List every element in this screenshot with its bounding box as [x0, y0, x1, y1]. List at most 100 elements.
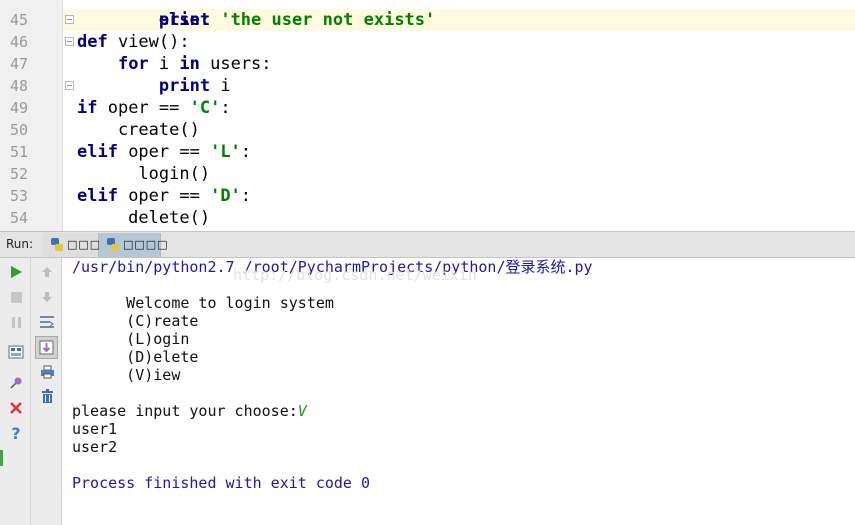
close-icon	[10, 402, 22, 414]
code-text: login()	[77, 164, 211, 184]
code-line: elif oper == 'L':	[77, 141, 251, 163]
code-line: print 'the user not exists'	[77, 9, 435, 31]
code-line: def view():	[77, 31, 190, 53]
console-menu-title: Welcome to login system	[72, 294, 334, 312]
code-keyword: elif	[77, 142, 118, 162]
console-output-line: user1	[72, 420, 118, 438]
code-line: print i	[77, 75, 231, 97]
line-number: 52	[9, 165, 28, 183]
layout-icon	[8, 345, 24, 359]
line-number: 48	[9, 77, 28, 95]
layout-button[interactable]	[6, 342, 26, 362]
run-console-output[interactable]: /usr/bin/python2.7 /root/PycharmProjects…	[62, 258, 855, 525]
line-number: 53	[9, 187, 28, 205]
soft-wrap-icon	[40, 316, 54, 328]
up-arrow-icon	[42, 267, 52, 277]
line-number: 47	[9, 55, 28, 73]
console-menu-item: (D)elete	[72, 348, 199, 366]
code-text: delete()	[77, 208, 211, 228]
code-line: create()	[77, 119, 200, 141]
line-number: 51	[9, 143, 28, 161]
console-prompt-line: please input your choose:V	[72, 402, 307, 420]
run-tab-1[interactable]: □□□	[43, 233, 102, 257]
code-keyword: elif	[77, 186, 118, 206]
print-icon	[40, 365, 54, 379]
line-number: 50	[9, 121, 28, 139]
up-stack-button[interactable]	[37, 262, 57, 282]
console-prompt: please input your choose:	[72, 402, 298, 420]
fold-marker-icon[interactable]	[65, 37, 74, 46]
code-text: i	[148, 54, 180, 74]
code-keyword: for	[117, 54, 149, 74]
code-text: oper ==	[117, 142, 211, 162]
code-text: oper ==	[117, 186, 211, 206]
python-icon	[107, 238, 119, 251]
stop-icon	[10, 291, 22, 303]
line-number: 46	[9, 33, 28, 51]
code-line-partial: else:	[77, 0, 210, 30]
down-arrow-icon	[42, 292, 52, 302]
code-editor[interactable]: 45 46 47 48 49 50 51 52 53 54 else: print 'the us…	[0, 0, 855, 231]
console-user-input: V	[297, 402, 307, 420]
soft-wrap-button[interactable]	[37, 312, 57, 332]
line-number-gutter: 45 46 47 48 49 50 51 52 53 54	[0, 0, 63, 231]
code-string: 'C'	[189, 98, 221, 118]
code-line: for i in users:	[77, 53, 272, 75]
line-number: 49	[9, 99, 28, 117]
trash-icon	[41, 388, 53, 403]
code-string: 'the user not exists'	[220, 10, 436, 30]
pause-icon	[11, 316, 21, 328]
line-number: 45	[9, 11, 28, 29]
code-text: oper ==	[97, 98, 190, 118]
run-tab-title: □□□	[67, 238, 102, 251]
code-text: create()	[77, 120, 200, 140]
print-button[interactable]	[37, 362, 57, 382]
pin-icon	[10, 377, 22, 389]
console-output-line: user2	[72, 438, 118, 456]
code-line: login()	[77, 163, 210, 185]
code-line: if oper == 'C':	[77, 97, 231, 119]
code-string: 'L'	[210, 142, 241, 162]
help-button[interactable]: ?	[6, 423, 26, 443]
code-line: delete()	[77, 207, 210, 229]
code-keyword: if	[77, 98, 98, 118]
fold-marker-icon[interactable]	[65, 15, 74, 24]
run-toolbar-secondary	[31, 258, 62, 525]
python-icon	[51, 238, 63, 251]
status-edge-marker	[0, 450, 3, 466]
line-number: 54	[9, 209, 28, 227]
code-text: view():	[107, 32, 190, 52]
code-string: 'D'	[210, 186, 241, 206]
run-label: Run:	[6, 237, 34, 251]
code-text: users:	[199, 54, 272, 74]
down-stack-button[interactable]	[37, 287, 57, 307]
close-button[interactable]	[6, 398, 26, 418]
clear-all-button[interactable]	[37, 386, 57, 406]
code-text: i	[210, 76, 231, 96]
code-keyword: in	[179, 54, 200, 74]
fold-marker-icon[interactable]	[65, 81, 74, 90]
help-icon: ?	[11, 423, 21, 443]
scroll-to-end-button[interactable]	[35, 336, 58, 359]
code-keyword: def	[77, 32, 108, 52]
run-tab-2-active[interactable]: □□□□	[99, 233, 168, 257]
run-tool-window-header: Run: □□□ □□□□	[0, 231, 855, 258]
console-menu-item: (L)ogin	[72, 330, 190, 348]
code-text: :	[240, 142, 252, 162]
stop-button[interactable]	[6, 287, 26, 307]
pause-button[interactable]	[6, 312, 26, 332]
console-menu-item: (C)reate	[72, 312, 199, 330]
pin-button[interactable]	[6, 373, 26, 393]
code-text: :	[240, 186, 252, 206]
console-menu-item: (V)iew	[72, 366, 181, 384]
code-keyword: print	[158, 10, 211, 30]
run-icon	[11, 266, 22, 278]
run-button[interactable]	[6, 262, 26, 282]
code-text: :	[220, 98, 231, 118]
code-line: elif oper == 'D':	[77, 185, 251, 207]
run-toolbar-primary: ?	[0, 258, 31, 525]
